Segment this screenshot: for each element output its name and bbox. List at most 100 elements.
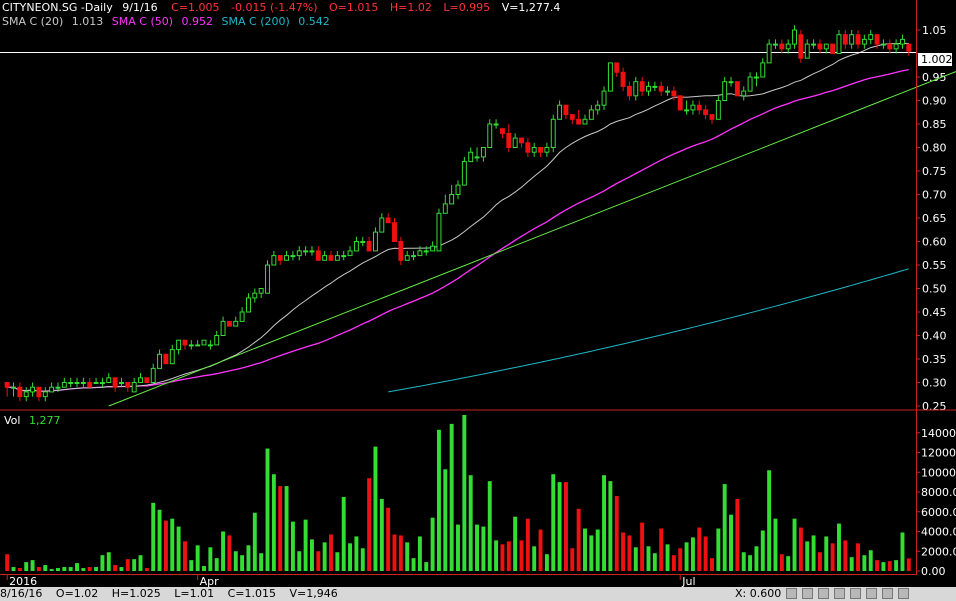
volume-legend: Vol 1,277: [4, 414, 60, 427]
price-tick-label: 0.80: [922, 142, 947, 155]
price-tick-label: 0.95: [922, 71, 947, 84]
candle-body: [734, 81, 740, 97]
toolbar-button-icon[interactable]: [850, 588, 861, 599]
volume-bar: [94, 567, 99, 571]
volume-bar: [386, 507, 391, 571]
candle-body: [830, 43, 836, 54]
indicator-legend: SMA C (20) 1.013 SMA C (50) 0.952 SMA C …: [2, 15, 330, 28]
volume-bar: [640, 522, 645, 571]
chart-header: CITYNEON.SG -Daily 9/1/16 C=1.005 -0.015…: [2, 1, 560, 14]
candle-body: [411, 255, 417, 258]
candle-body: [468, 151, 474, 163]
volume-bar: [456, 524, 460, 571]
candle-body: [684, 109, 690, 112]
volume-bar: [348, 543, 353, 571]
candle-body: [49, 386, 55, 393]
volume-bar: [868, 550, 873, 571]
toolbar-button-icon[interactable]: [866, 588, 877, 599]
volume-bar: [544, 554, 549, 571]
sma200-label: SMA C (200): [222, 15, 290, 28]
volume-bar: [309, 539, 314, 571]
candle-body: [658, 85, 664, 92]
candle-body: [652, 85, 658, 88]
price-tick-label: 0.85: [922, 118, 947, 131]
volume-bar: [322, 542, 327, 571]
volume-bar: [773, 518, 778, 571]
volume-bar: [36, 567, 41, 571]
sma200-value: 0.542: [298, 15, 330, 28]
stock-chart[interactable]: 0.25 0.30 0.35 0.40 0.45 0.50 0.55 0.60 0.65 0.70…: [0, 0, 956, 601]
candle-body: [309, 250, 315, 253]
candle-body: [182, 339, 188, 346]
toolbar-button-icon[interactable]: [786, 588, 797, 599]
candle-body: [125, 382, 131, 388]
candle-body: [195, 344, 201, 347]
candle-body: [493, 123, 499, 126]
volume-bar: [284, 486, 289, 571]
volume-bar: [100, 555, 105, 571]
volume-bar: [729, 514, 734, 571]
candle-body: [823, 43, 829, 50]
header-open: O=1.015: [329, 1, 378, 14]
candle-body: [696, 104, 702, 111]
candle-body: [614, 62, 620, 73]
status-volume: V=1,946: [289, 587, 338, 600]
candle-body: [138, 377, 143, 383]
candle-body: [163, 353, 169, 365]
price-tick-label: 0.60: [922, 236, 947, 249]
candle-body: [741, 90, 747, 97]
toolbar-button-icon[interactable]: [882, 588, 893, 599]
volume-bar: [500, 544, 505, 571]
candle-body: [80, 382, 86, 384]
volume-bar: [557, 482, 562, 571]
candle-body: [442, 203, 448, 214]
toolbar-button-icon[interactable]: [898, 588, 909, 599]
sma20-value: 1.013: [72, 15, 104, 28]
volume-bar: [290, 521, 295, 571]
volume-bar: [233, 551, 238, 571]
volume-bar: [316, 551, 321, 571]
candle-body: [709, 114, 715, 120]
volume-tick-label: 12000.00: [921, 447, 956, 460]
volume-bar: [862, 555, 867, 571]
toolbar-button-icon[interactable]: [834, 588, 845, 599]
status-toolbar: [786, 588, 914, 601]
volume-bar: [43, 565, 48, 571]
volume-bar: [132, 559, 137, 571]
candle-body: [11, 386, 16, 389]
volume-tick-label: 4000.00: [921, 526, 956, 539]
candle-body: [588, 109, 594, 120]
header-change: -0.015 (-1.47%): [231, 1, 317, 14]
candle-body: [258, 288, 264, 294]
volume-bar: [341, 496, 346, 571]
candle-body: [119, 382, 124, 384]
volume-bar: [360, 548, 365, 571]
candle-body: [525, 142, 531, 153]
volume-bar: [68, 567, 73, 571]
price-tick-label: 0.50: [922, 283, 947, 296]
volume-bar: [56, 568, 60, 571]
volume-tick-label: 6000.00: [921, 506, 956, 519]
volume-bar: [633, 547, 638, 571]
toolbar-button-icon[interactable]: [802, 588, 813, 599]
candle-body: [284, 255, 290, 261]
volume-bar: [221, 531, 226, 571]
candle-body: [728, 81, 734, 84]
volume-bar: [513, 516, 518, 571]
candle-body: [531, 147, 537, 153]
volume-bar: [570, 548, 575, 571]
candle-body: [239, 311, 245, 322]
volume-bar: [881, 562, 886, 571]
candle-body: [214, 335, 220, 346]
volume-bar: [779, 554, 784, 571]
candle-body: [620, 71, 626, 87]
toolbar-button-icon[interactable]: [818, 588, 829, 599]
volume-bar: [335, 552, 340, 571]
volume-bar: [170, 518, 175, 571]
candle-body: [430, 245, 436, 252]
volume-bar: [227, 535, 232, 571]
volume-bar: [443, 469, 448, 571]
candle-body: [849, 34, 855, 45]
volume-bar: [671, 555, 676, 571]
candle-body: [55, 386, 61, 389]
